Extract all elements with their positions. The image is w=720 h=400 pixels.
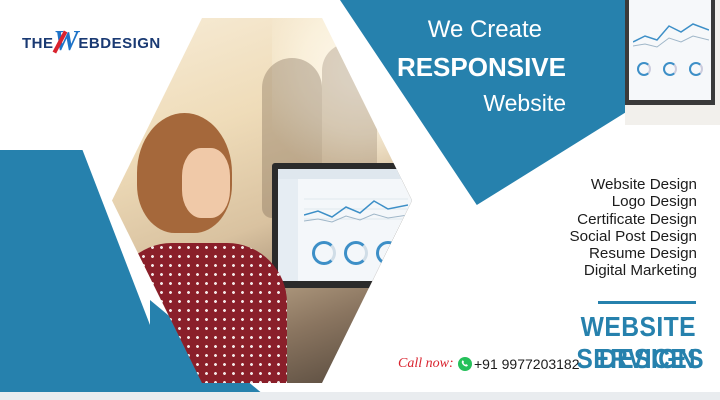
- service-item: Social Post Design: [569, 227, 697, 245]
- services-list: Website Design Logo Design Certificate D…: [520, 176, 697, 280]
- corner-ring: [689, 62, 703, 76]
- headline-line-2: RESPONSIVE: [396, 52, 566, 82]
- headline-line-1: We Create: [427, 16, 542, 43]
- logo-text-ebdesign: EBDESIGN: [78, 35, 161, 52]
- corner-ring: [663, 62, 677, 76]
- logo-text-the: THE: [22, 35, 54, 52]
- service-item: Digital Marketing: [583, 262, 697, 280]
- service-item: Logo Design: [611, 193, 697, 211]
- service-item: Website Design: [590, 176, 697, 193]
- service-item: Certificate Design: [577, 210, 697, 228]
- screen-chart-graphic: [304, 198, 408, 223]
- whatsapp-icon[interactable]: [458, 357, 472, 371]
- service-item: Resume Design: [588, 245, 697, 263]
- bottom-strip: [0, 392, 720, 400]
- monitor-screen: [278, 169, 412, 281]
- services-divider: [598, 301, 696, 304]
- screen-ring: [312, 241, 336, 265]
- phone-number[interactable]: +91 9977203182: [474, 356, 580, 372]
- banner-title-line-2: SERVICES: [576, 343, 705, 374]
- headline-line-3: Website: [483, 90, 566, 116]
- woman-face: [182, 148, 230, 218]
- brand-logo: THE W EBDESIGN: [22, 26, 161, 56]
- call-now-label: Call now:: [398, 356, 454, 371]
- screen-ring: [376, 241, 400, 265]
- screen-ring: [344, 241, 368, 265]
- corner-chart-graphic: [633, 23, 709, 48]
- corner-ring: [637, 62, 651, 76]
- banner-canvas: THE W EBDESIGN We Create RESPONSIVE Webs…: [0, 0, 720, 400]
- corner-monitor-image: [625, 0, 720, 125]
